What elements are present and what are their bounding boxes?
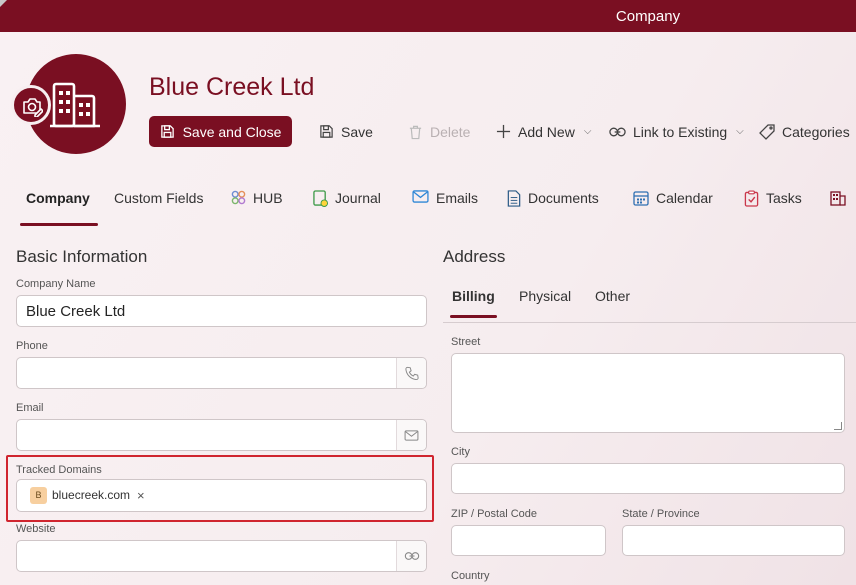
save-icon: [160, 125, 174, 138]
address-tabs: Billing Physical Other: [443, 280, 856, 318]
tab-calendar[interactable]: Calendar: [633, 190, 713, 226]
email-label: Email: [16, 402, 44, 414]
mail-icon: [404, 429, 419, 441]
address-heading: Address: [443, 247, 506, 266]
tab-company[interactable]: Company: [20, 190, 98, 226]
tab-emails-label: Emails: [436, 190, 479, 206]
remove-chip-icon[interactable]: ×: [137, 488, 145, 503]
tab-custom-fields-label: Custom Fields: [114, 190, 204, 206]
domain-chip-initial: B: [30, 486, 47, 504]
address-tabs-divider: [443, 322, 856, 323]
tab-other[interactable]: Other: [595, 288, 630, 304]
company-name-input[interactable]: Blue Creek Ltd: [16, 295, 427, 327]
open-website-button[interactable]: [396, 541, 426, 571]
journal-icon: [313, 190, 328, 207]
tab-documents-label: Documents: [528, 190, 599, 206]
trash-icon: [409, 125, 422, 139]
domain-chip[interactable]: B bluecreek.com ×: [30, 486, 145, 504]
phone-icon: [404, 366, 419, 380]
phone-input[interactable]: [16, 357, 427, 389]
tab-company-label: Company: [26, 190, 90, 206]
tab-hub-label: HUB: [253, 190, 283, 206]
company-name-label: Company Name: [16, 278, 96, 290]
email-input[interactable]: [16, 419, 427, 451]
company-name-value: Blue Creek Ltd: [26, 303, 126, 320]
website-label: Website: [16, 523, 56, 535]
country-label: Country: [451, 570, 490, 582]
tag-icon: [759, 123, 775, 140]
chevron-down-icon: ⌵: [736, 126, 744, 137]
tab-hub[interactable]: HUB: [231, 190, 283, 226]
tab-custom-fields[interactable]: Custom Fields: [114, 190, 203, 226]
basic-information-heading: Basic Information: [16, 247, 148, 266]
domain-chip-text: bluecreek.com: [52, 488, 131, 502]
delete-label: Delete: [430, 123, 471, 140]
link-icon: [404, 552, 419, 560]
save-and-close-label: Save and Close: [182, 123, 282, 140]
mail-icon: [412, 190, 429, 203]
tracked-domains-label: Tracked Domains: [16, 464, 102, 476]
street-textarea[interactable]: [451, 353, 845, 433]
title-bar: Company: [0, 0, 856, 32]
record-tabs: Company Custom Fields HUB Journal Emails…: [16, 190, 856, 226]
building-icon: [50, 82, 100, 128]
zip-input[interactable]: [451, 525, 606, 556]
save-label: Save: [341, 123, 373, 140]
company-title: Blue Creek Ltd: [149, 73, 315, 101]
tab-calendar-label: Calendar: [656, 190, 713, 206]
add-new-button[interactable]: Add New ⌵: [496, 116, 591, 147]
categories-label: Categories: [782, 123, 850, 140]
document-icon: [507, 190, 521, 207]
add-new-label: Add New: [518, 123, 575, 140]
tab-tasks[interactable]: Tasks: [744, 190, 802, 226]
chevron-down-icon: ⌵: [583, 126, 592, 137]
camera-edit-icon: [23, 98, 43, 117]
state-label: State / Province: [622, 508, 700, 520]
change-photo-button[interactable]: [11, 85, 51, 125]
city-label: City: [451, 446, 470, 458]
link-icon: [609, 127, 626, 136]
tab-journal-label: Journal: [335, 190, 381, 206]
plus-icon: [496, 124, 511, 139]
city-input[interactable]: [451, 463, 845, 494]
resize-grip-icon[interactable]: [834, 422, 842, 430]
tab-tasks-label: Tasks: [766, 190, 802, 206]
calendar-icon: [633, 191, 649, 206]
tab-more[interactable]: [830, 190, 846, 226]
phone-label: Phone: [16, 340, 48, 352]
link-to-existing-label: Link to Existing: [633, 123, 728, 140]
save-button[interactable]: Save: [319, 116, 373, 147]
save-and-close-button[interactable]: Save and Close: [149, 116, 292, 147]
send-email-button[interactable]: [396, 420, 426, 450]
window-corner: [0, 0, 7, 7]
website-input[interactable]: [16, 540, 427, 572]
phone-call-button[interactable]: [396, 358, 426, 388]
tab-documents[interactable]: Documents: [507, 190, 599, 226]
delete-button[interactable]: Delete: [408, 116, 470, 147]
building-small-icon: [830, 191, 846, 206]
tab-billing[interactable]: Billing: [450, 288, 497, 318]
link-to-existing-button[interactable]: Link to Existing ⌵: [609, 116, 744, 147]
street-label: Street: [451, 336, 481, 348]
save-icon: [320, 125, 333, 138]
tab-emails[interactable]: Emails: [412, 190, 478, 226]
state-input[interactable]: [622, 525, 845, 556]
window-title: Company: [615, 8, 681, 25]
zip-label: ZIP / Postal Code: [451, 508, 538, 520]
categories-button[interactable]: Categories ⌵: [759, 116, 856, 147]
hub-icon: [231, 190, 246, 205]
tab-journal[interactable]: Journal: [313, 190, 381, 226]
tab-physical[interactable]: Physical: [519, 288, 571, 304]
clipboard-check-icon: [744, 190, 759, 207]
